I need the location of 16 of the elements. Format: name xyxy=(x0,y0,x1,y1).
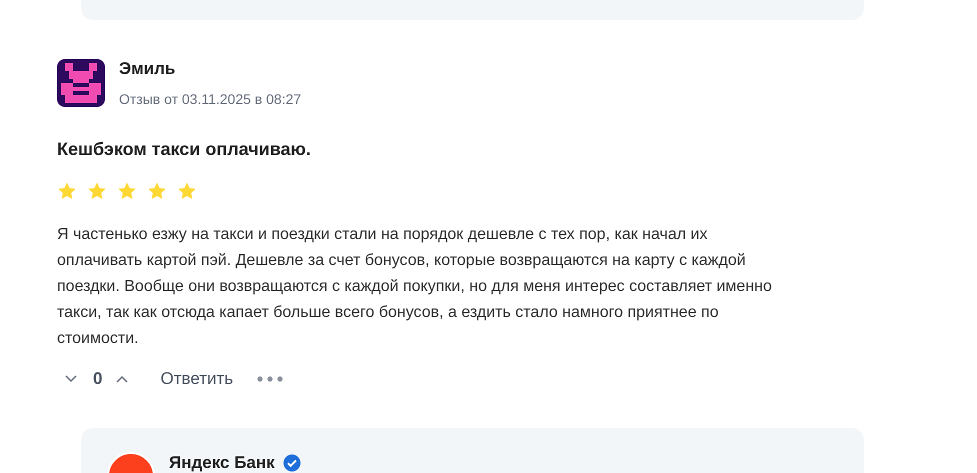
vote-count: 0 xyxy=(93,369,102,389)
upvote-button[interactable] xyxy=(116,375,128,383)
star-icon xyxy=(177,181,197,201)
bank-name: Яндекс Банк xyxy=(169,453,275,473)
star-icon xyxy=(57,181,77,201)
avatar-icon xyxy=(57,59,105,107)
reply-button[interactable]: Ответить xyxy=(160,369,234,389)
more-icon[interactable] xyxy=(257,376,284,382)
review-text: Я частенько езжу на такси и поездки стали на порядок дешевле с тех пор, как начал их оплачивать картой пэй. Дешевле за счет бонусов, которые возвращаются на карту с каждой поездки. Вообще они возвращаются с каждой покупки, но для меня интерес составляет именно такси, так как отсюда капает больше всего бонусов, а ездить стало намного приятнее по стоимости. xyxy=(57,225,773,349)
review-title: Кешбэком такси оплачиваю. xyxy=(57,138,312,160)
star-icon xyxy=(147,181,167,201)
review-date: Отзыв от 03.11.2025 в 08:27 xyxy=(119,90,302,108)
star-icon xyxy=(117,181,137,201)
star-icon xyxy=(87,181,107,201)
downvote-button[interactable] xyxy=(65,375,77,383)
author-name: Эмиль xyxy=(119,59,176,79)
